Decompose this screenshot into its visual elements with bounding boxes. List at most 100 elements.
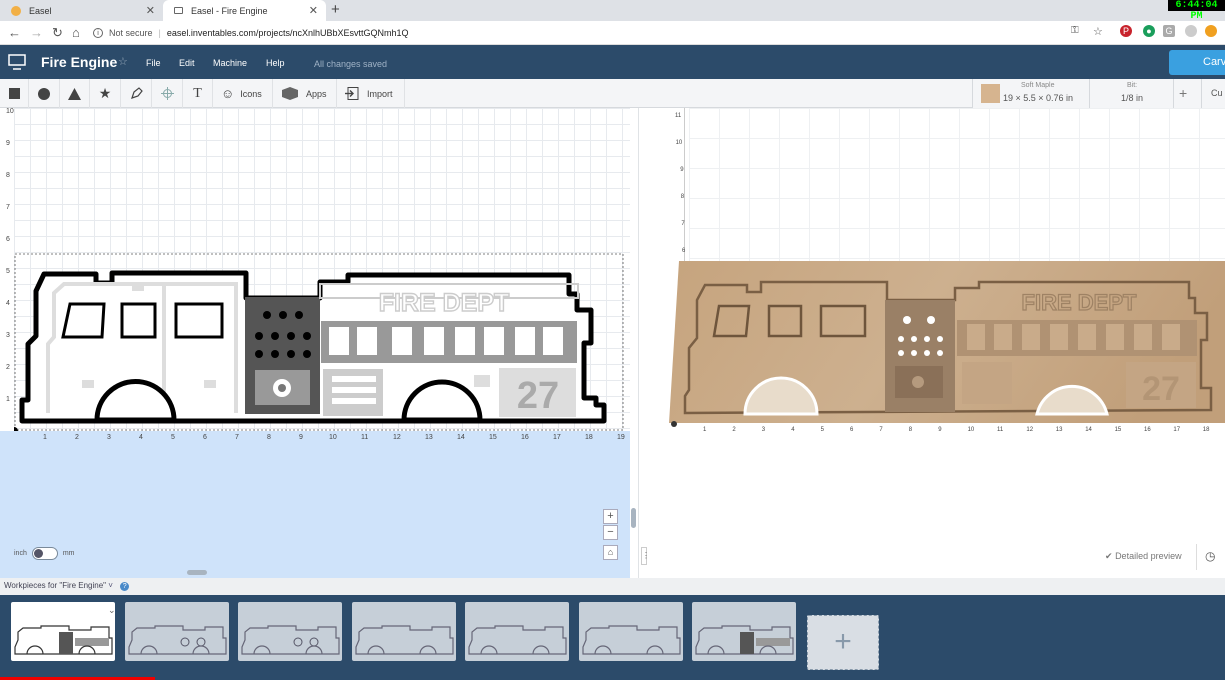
workpiece-thumbnail[interactable]: [124, 602, 229, 661]
x-tick-label: 19: [617, 434, 625, 441]
bookmark-star-icon[interactable]: ☆: [1093, 25, 1103, 38]
url-field[interactable]: i Not secure | easel.inventables.com/pro…: [93, 24, 1123, 42]
easel-favicon-icon: [11, 5, 21, 16]
workpiece-thumbnail[interactable]: ⌄: [11, 602, 116, 661]
fire-engine-design[interactable]: FIRE DEPT 27: [14, 108, 630, 431]
project-title[interactable]: Fire Engine: [41, 54, 117, 70]
icons-button[interactable]: ☺ Icons: [213, 79, 273, 108]
preview-x-tick-label: 15: [1114, 427, 1122, 433]
zoom-in-button[interactable]: +: [603, 509, 618, 524]
tab-easel[interactable]: Easel ✕: [0, 0, 163, 21]
menu-help[interactable]: Help: [266, 58, 285, 68]
horizontal-scrollbar[interactable]: [187, 570, 207, 575]
pinterest-icon[interactable]: P: [1120, 25, 1132, 37]
unit-switch[interactable]: [31, 547, 58, 560]
workpiece-thumbnail[interactable]: [578, 602, 683, 661]
y-tick-label: 3: [6, 332, 10, 339]
clock-history-icon[interactable]: ◷: [1196, 544, 1225, 570]
new-tab-plus-icon[interactable]: +: [331, 1, 340, 18]
text-tool[interactable]: T: [183, 79, 213, 108]
preview-x-tick-label: 6: [850, 427, 854, 433]
import-label: Import: [367, 88, 393, 99]
easel-logo-icon[interactable]: [8, 54, 26, 70]
checkmark-icon: ✔: [1105, 551, 1113, 561]
menu-machine[interactable]: Machine: [213, 58, 247, 68]
bit-value[interactable]: 1/8 in: [1121, 93, 1143, 103]
security-label: Not secure: [109, 28, 153, 38]
preview-grid: [689, 108, 1225, 263]
extension-g-icon[interactable]: G: [1163, 25, 1175, 37]
x-tick-label: 7: [235, 434, 239, 441]
home-view-icon[interactable]: ⌂: [603, 545, 618, 560]
material-name: Soft Maple: [1021, 82, 1055, 89]
back-arrow-icon[interactable]: ←: [8, 25, 21, 40]
apps-box-icon: [282, 87, 298, 100]
menu-file[interactable]: File: [146, 58, 161, 68]
zoom-out-button[interactable]: −: [603, 525, 618, 540]
design-canvas[interactable]: 10 9 8 7 6 5 4 3 2 1 FIRE DEPT 27 1 2 3 …: [0, 108, 630, 578]
workpiece-thumbnail[interactable]: [238, 602, 342, 661]
workpiece-thumbnail[interactable]: [351, 602, 456, 661]
fire-dept-text: FIRE DEPT: [379, 289, 510, 317]
extension-green-icon[interactable]: ●: [1143, 25, 1155, 37]
close-tab-icon[interactable]: ✕: [309, 4, 318, 17]
x-tick-label: 5: [171, 434, 175, 441]
extension-circle-icon[interactable]: [1185, 25, 1197, 37]
x-tick-label: 17: [553, 434, 561, 441]
preview-x-tick-label: 8: [908, 427, 913, 433]
unit-toggle[interactable]: inch mm: [14, 547, 75, 560]
point-tool[interactable]: [152, 79, 183, 108]
reload-icon[interactable]: ↻: [52, 25, 63, 41]
panel-divider-handle[interactable]: ⋮: [641, 547, 650, 565]
design-grid[interactable]: FIRE DEPT 27: [14, 108, 630, 431]
y-tick-label: 7: [6, 204, 10, 211]
pen-icon: [130, 87, 143, 99]
cut-settings-label[interactable]: Cu: [1211, 88, 1223, 98]
smiley-icon: ☺: [221, 86, 235, 101]
x-tick-label: 10: [329, 434, 337, 441]
forward-arrow-icon[interactable]: →: [30, 25, 43, 40]
info-icon[interactable]: i: [93, 28, 103, 38]
carved-number-text: 27: [1142, 370, 1180, 408]
add-workpiece-button[interactable]: +: [807, 615, 879, 670]
3d-preview-pane[interactable]: 11 10 9 8 7 6 FIRE DEPT 27 1 2 3 4 5 6 7…: [638, 108, 1225, 578]
apps-button[interactable]: Apps: [273, 79, 337, 108]
vertical-scrollbar[interactable]: [631, 508, 636, 528]
help-icon[interactable]: ?: [120, 582, 130, 591]
carve-button[interactable]: Carv: [1169, 50, 1225, 75]
key-icon[interactable]: ⚿: [1071, 25, 1079, 36]
save-status: All changes saved: [314, 59, 388, 69]
icons-label: Icons: [240, 88, 262, 99]
preview-x-tick-label: 12: [1026, 427, 1034, 433]
preview-x-tick-label: 2: [732, 427, 736, 433]
preview-x-tick-label: 5: [820, 427, 824, 433]
workpiece-thumbnail[interactable]: [465, 602, 569, 661]
pen-tool[interactable]: [121, 79, 152, 108]
vertical-ruler: 10 9 8 7 6 5 4 3 2 1: [0, 108, 14, 431]
preview-x-tick-label: 9: [938, 427, 942, 433]
star-tool[interactable]: ★: [90, 79, 121, 108]
workpiece-thumbnail[interactable]: [692, 602, 796, 661]
extension-orange-icon[interactable]: [1205, 25, 1217, 37]
favorite-star-icon[interactable]: ☆: [118, 55, 128, 68]
detailed-preview-toggle[interactable]: ✔ Detailed preview: [1105, 551, 1182, 562]
material-panel[interactable]: Soft Maple 19 × 5.5 × 0.76 in Bit: 1/8 i…: [972, 79, 1225, 108]
menu-edit[interactable]: Edit: [179, 58, 195, 68]
x-tick-label: 12: [393, 434, 401, 441]
home-icon[interactable]: ⌂: [72, 25, 80, 40]
window-front: [61, 302, 106, 339]
workpieces-header[interactable]: Workpieces for "Fire Engine" ˅ ?: [0, 578, 1225, 595]
tab-fire-engine[interactable]: Easel - Fire Engine ✕: [163, 0, 326, 21]
chevron-down-icon[interactable]: ˅: [108, 581, 113, 590]
x-tick-label: 13: [425, 434, 433, 441]
close-tab-icon[interactable]: ✕: [146, 4, 155, 17]
import-button[interactable]: Import: [337, 79, 405, 108]
material-swatch[interactable]: [981, 84, 1000, 103]
triangle-tool[interactable]: [60, 79, 90, 108]
y-tick-label: 4: [6, 300, 10, 307]
window-middle: [120, 302, 157, 339]
square-tool[interactable]: [0, 79, 29, 108]
add-bit-plus-icon[interactable]: +: [1179, 85, 1187, 101]
circle-tool[interactable]: [29, 79, 60, 108]
preview-y-tick-label: 10: [675, 140, 683, 146]
